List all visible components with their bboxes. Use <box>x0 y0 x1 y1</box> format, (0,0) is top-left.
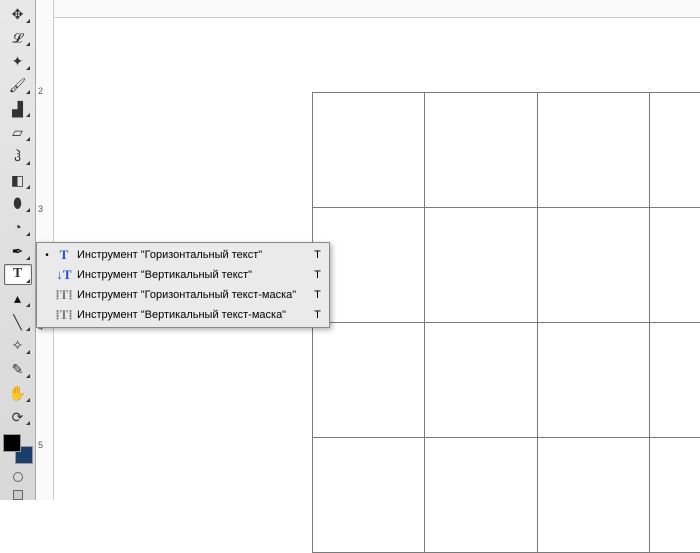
brush-tool[interactable]: 🖌 <box>4 74 32 96</box>
flyout-shortcut: T <box>314 309 321 321</box>
stamp-icon: ▟ <box>12 102 23 116</box>
dodge-icon: ◔ <box>13 220 21 234</box>
move-icon: ✥ <box>12 7 24 21</box>
history-brush-tool[interactable]: ჰ <box>4 145 32 167</box>
flyout-item-horizontal-type-mask[interactable]: ⁞T⁞ Инструмент "Горизонтальный текст-мас… <box>37 285 329 305</box>
vertical-type-mask-icon: ⁞T⁞ <box>55 307 73 323</box>
rotate-tool[interactable]: ⟳ <box>4 406 32 428</box>
line-icon: ╲ <box>13 315 21 329</box>
path-select-tool[interactable]: ▴ <box>4 287 32 309</box>
rotate-icon: ⟳ <box>12 410 24 424</box>
eraser-tool[interactable]: ▱ <box>4 121 32 143</box>
move-tool[interactable]: ✥ <box>4 3 32 25</box>
quickmask-row <box>13 472 23 482</box>
eraser-icon: ▱ <box>12 125 23 139</box>
screen-mode-icon[interactable] <box>13 490 23 500</box>
wand-icon: ✦ <box>12 54 24 68</box>
flyout-label: Инструмент "Вертикальный текст" <box>77 269 314 281</box>
type-tool[interactable]: T <box>4 264 32 286</box>
ruler-tick: 5 <box>38 440 43 450</box>
blur-tool[interactable]: ⬮ <box>4 193 32 215</box>
wand-tool[interactable]: ✦ <box>4 50 32 72</box>
hand-icon: ✋ <box>9 386 26 400</box>
horizontal-type-icon: T <box>55 247 73 263</box>
ruler-horizontal <box>36 0 700 18</box>
notes-icon: ✧ <box>12 338 24 352</box>
dodge-tool[interactable]: ◔ <box>4 216 32 238</box>
ruler-tick: 3 <box>38 204 43 214</box>
hand-tool[interactable]: ✋ <box>4 382 32 404</box>
type-tool-flyout: • T Инструмент "Горизонтальный текст" T … <box>36 242 330 328</box>
eyedropper-icon: ✎ <box>12 362 24 376</box>
gradient-tool[interactable]: ◧ <box>4 169 32 191</box>
blur-icon: ⬮ <box>13 196 22 210</box>
lasso-tool[interactable]: 𝓛 <box>4 27 32 49</box>
notes-tool[interactable]: ✧ <box>4 335 32 357</box>
pen-icon: ✒ <box>12 244 24 258</box>
flyout-item-horizontal-type[interactable]: • T Инструмент "Горизонтальный текст" T <box>37 245 329 265</box>
flyout-item-vertical-type-mask[interactable]: ⁞T⁞ Инструмент "Вертикальный текст-маска… <box>37 305 329 325</box>
type-icon: T <box>13 267 22 281</box>
eyedropper-tool[interactable]: ✎ <box>4 358 32 380</box>
flyout-shortcut: T <box>314 249 321 261</box>
vertical-type-icon: ↓T <box>55 267 73 283</box>
horizontal-type-mask-icon: ⁞T⁞ <box>55 287 73 303</box>
gradient-icon: ◧ <box>11 173 24 187</box>
active-dot-icon: • <box>43 250 51 261</box>
flyout-item-vertical-type[interactable]: ↓T Инструмент "Вертикальный текст" T <box>37 265 329 285</box>
color-swatches[interactable] <box>3 434 33 464</box>
standard-mode-icon[interactable] <box>13 472 23 482</box>
flyout-shortcut: T <box>314 289 321 301</box>
path-select-icon: ▴ <box>14 291 21 305</box>
flyout-label: Инструмент "Вертикальный текст-маска" <box>77 309 314 321</box>
pen-tool[interactable]: ✒ <box>4 240 32 262</box>
flyout-shortcut: T <box>314 269 321 281</box>
flyout-label: Инструмент "Горизонтальный текст-маска" <box>77 289 314 301</box>
ruler-tick: 2 <box>38 86 43 96</box>
flyout-label: Инструмент "Горизонтальный текст" <box>77 249 314 261</box>
brush-icon: 🖌 <box>9 78 27 92</box>
foreground-color[interactable] <box>3 434 21 452</box>
history-brush-icon: ჰ <box>14 149 21 163</box>
lasso-icon: 𝓛 <box>12 31 22 45</box>
tools-panel: ✥ 𝓛 ✦ 🖌 ▟ ▱ ჰ ◧ ⬮ ◔ ✒ T ▴ ╲ ✧ ✎ ✋ ⟳ <box>0 0 36 500</box>
stamp-tool[interactable]: ▟ <box>4 98 32 120</box>
screenmode-row <box>13 490 23 500</box>
line-tool[interactable]: ╲ <box>4 311 32 333</box>
document-grid <box>312 92 700 542</box>
